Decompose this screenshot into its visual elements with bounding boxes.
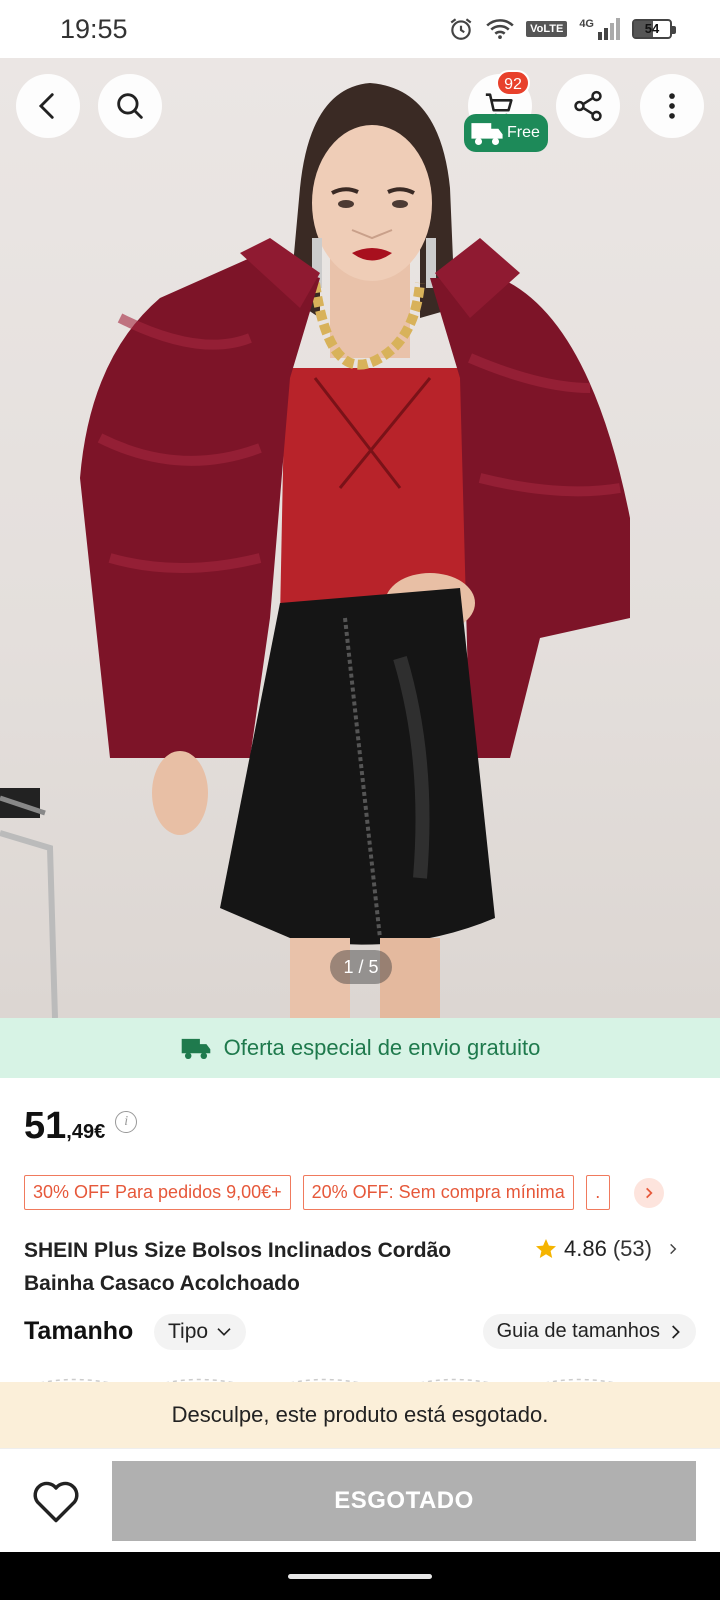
signal-icon <box>598 18 620 40</box>
battery-icon: 54 <box>632 19 676 39</box>
sold-out-notice: Desculpe, este produto está esgotado. <box>0 1382 720 1448</box>
home-gesture-handle[interactable] <box>288 1574 432 1579</box>
bottom-action-bar: ESGOTADO <box>0 1448 720 1552</box>
chevron-right-icon <box>672 1324 680 1339</box>
price: 51 ,49€ i <box>24 1105 138 1148</box>
heart-icon <box>33 1481 79 1523</box>
more-options-button[interactable] <box>640 74 704 138</box>
volte-indicator: VoLTE <box>526 21 568 37</box>
wishlist-button[interactable] <box>28 1473 84 1529</box>
back-button[interactable] <box>16 74 80 138</box>
system-navigation-bar <box>0 1552 720 1600</box>
coupon-tag[interactable]: 20% OFF: Sem compra mínima <box>302 1175 574 1210</box>
status-time: 19:55 <box>60 13 128 44</box>
free-shipping-tag: Free <box>464 114 548 152</box>
cart-button[interactable]: 92 Free <box>464 70 548 152</box>
size-label: Tamanho <box>24 1317 134 1345</box>
free-shipping-banner[interactable]: Oferta especial de envio gratuito <box>0 1018 720 1078</box>
coupon-row: 30% OFF Para pedidos 9,00€+ 20% OFF: Sem… <box>24 1175 720 1210</box>
chevron-down-icon <box>217 1328 231 1336</box>
price-integer: 51 <box>24 1105 67 1147</box>
shipping-banner-text: Oferta especial de envio gratuito <box>223 1035 541 1060</box>
product-title: SHEIN Plus Size Bolsos Inclinados Cordão… <box>24 1239 452 1295</box>
more-vertical-icon <box>669 93 675 119</box>
chevron-left-icon <box>38 93 54 119</box>
truck-icon <box>471 123 503 146</box>
chevron-right-icon <box>670 1243 677 1255</box>
cart-count-badge: 92 <box>496 70 530 96</box>
network-indicator: 4G <box>579 18 620 40</box>
rating-count: (53) <box>612 1236 652 1261</box>
size-type-dropdown[interactable]: Tipo <box>154 1314 247 1350</box>
chair-shape <box>0 788 58 1018</box>
truck-icon <box>181 1038 210 1060</box>
search-icon <box>117 93 143 119</box>
gallery-pager: 1 / 5 <box>330 950 392 984</box>
chevron-right-icon <box>645 1187 653 1198</box>
share-button[interactable] <box>556 74 620 138</box>
alarm-icon <box>450 18 472 40</box>
wifi-icon <box>486 19 514 40</box>
star-icon <box>536 1239 556 1258</box>
product-gallery[interactable]: 92 Free 1 / 5 <box>0 58 720 1018</box>
coupon-tag[interactable]: . <box>585 1175 610 1210</box>
sold-out-button[interactable]: ESGOTADO <box>112 1461 696 1541</box>
coupon-tag[interactable]: 30% OFF Para pedidos 9,00€+ <box>24 1175 291 1210</box>
size-guide-button[interactable]: Guia de tamanhos <box>482 1314 696 1349</box>
product-image <box>0 83 630 1018</box>
price-decimal: ,49€ <box>66 1121 106 1143</box>
rating-summary[interactable]: 4.86 (53) <box>534 1236 680 1262</box>
rating-value: 4.86 <box>564 1236 607 1261</box>
info-icon[interactable]: i <box>115 1111 138 1133</box>
size-guide-label: Guia de tamanhos <box>496 1320 660 1342</box>
battery-level: 54 <box>644 21 660 36</box>
status-bar: 19:55 VoLTE 4G 54 <box>0 0 720 58</box>
share-icon <box>574 90 602 122</box>
search-button[interactable] <box>98 74 162 138</box>
status-icons: VoLTE 4G 54 <box>448 16 676 42</box>
size-type-label: Tipo <box>168 1320 209 1343</box>
coupon-more-button[interactable] <box>633 1177 664 1208</box>
